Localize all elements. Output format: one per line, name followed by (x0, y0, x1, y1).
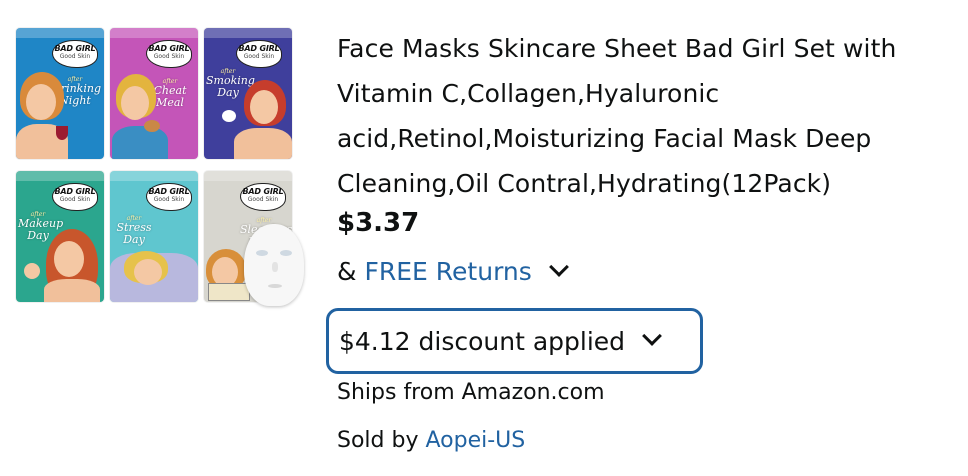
ok-hand-icon (24, 263, 40, 279)
mask-tile-drinking-night: BAD GIRL Good Skin after Drinking Night (16, 28, 104, 159)
sold-by-label: Sold by (337, 428, 419, 453)
product-price: $3.37 (337, 208, 420, 238)
seller-link[interactable]: Aopei-US (425, 428, 525, 453)
tile-caption: after Makeup Day (18, 211, 64, 242)
chevron-down-icon[interactable] (548, 257, 569, 277)
chevron-down-icon (642, 326, 662, 346)
sold-by: Sold by Aopei-US (337, 426, 525, 456)
illustration-torso (112, 126, 168, 159)
brand-bubble: BAD GIRL Good Skin (240, 183, 286, 211)
brand-bubble: BAD GIRL Good Skin (146, 183, 192, 211)
illustration-torso (44, 279, 100, 302)
mask-tile-stress-day: BAD GIRL Good Skin after Stress Day (110, 171, 198, 302)
ships-from: Ships from Amazon.com (337, 380, 605, 405)
illustration-torso (234, 128, 292, 159)
free-returns-link[interactable]: FREE Returns (365, 256, 532, 288)
product-card: BAD GIRL Good Skin after Drinking Night … (0, 0, 968, 476)
mask-tile-makeup-day: BAD GIRL Good Skin after Makeup Day (16, 171, 104, 302)
product-image[interactable]: BAD GIRL Good Skin after Drinking Night … (0, 0, 320, 476)
tile-caption: after Stress Day (116, 215, 152, 246)
discount-label: $4.12 discount applied (339, 326, 626, 356)
product-info: Face Masks Skincare Sheet Bad Girl Set w… (326, 26, 947, 453)
returns-row: & FREE Returns (337, 256, 947, 288)
wine-glass-icon (56, 126, 68, 140)
mask-tile-cheat-meal: BAD GIRL Good Skin after Cheat Meal (110, 28, 198, 159)
discount-dropdown[interactable]: $4.12 discount applied (326, 308, 703, 374)
book-icon (208, 283, 250, 301)
illustration-face (26, 84, 56, 120)
mask-tile-smoking-day: BAD GIRL Good Skin after Smoking Day (204, 28, 292, 159)
sheet-mask-image (244, 224, 304, 306)
illustration-face (250, 90, 278, 124)
illustration-face (134, 259, 162, 285)
brand-bubble: BAD GIRL Good Skin (52, 40, 98, 68)
product-title[interactable]: Face Masks Skincare Sheet Bad Girl Set w… (337, 26, 947, 206)
illustration-face (121, 86, 149, 120)
illustration-face (54, 241, 84, 277)
donut-icon (144, 120, 160, 132)
returns-prefix: & (337, 257, 357, 286)
smoke-icon (222, 110, 236, 122)
brand-bubble: BAD GIRL Good Skin (236, 40, 282, 68)
brand-bubble: BAD GIRL Good Skin (52, 183, 98, 211)
tile-caption: after Smoking Day (206, 68, 255, 99)
brand-bubble: BAD GIRL Good Skin (146, 40, 192, 68)
